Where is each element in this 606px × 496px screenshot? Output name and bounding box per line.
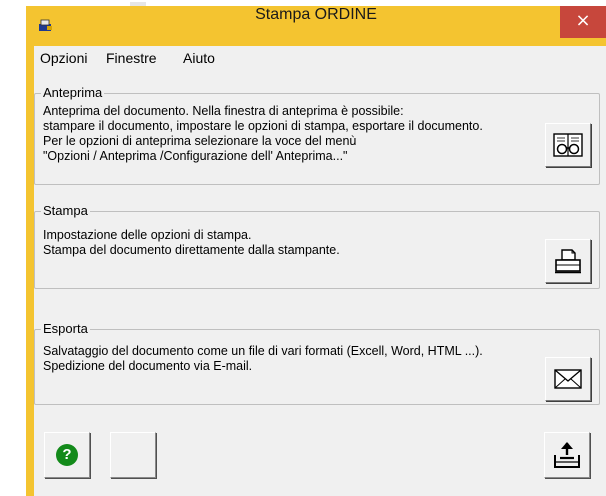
print-button[interactable] [545,239,591,283]
preview-button[interactable] [545,123,591,167]
exit-button[interactable] [544,432,590,478]
print-group: Stampa Impostazione delle opzioni di sta… [34,203,600,289]
menu-finestre[interactable]: Finestre [106,50,157,66]
printer-icon [555,249,581,274]
menu-aiuto[interactable]: Aiuto [183,50,215,66]
export-button[interactable] [545,357,591,401]
preview-legend: Anteprima [41,85,105,100]
glasses-icon [553,133,583,157]
title-bar: Stampa ORDINE × [26,6,606,46]
export-description: Salvataggio del documento come un file d… [43,344,483,373]
preview-group: Anteprima Anteprima del documento. Nella… [34,85,600,185]
dialog-window: Stampa ORDINE × Opzioni Finestre Aiuto A… [26,6,606,496]
blank-button[interactable] [110,432,156,478]
export-group: Esporta Salvataggio del documento come u… [34,321,600,405]
export-legend: Esporta [41,321,90,336]
preview-description: Anteprima del documento. Nella finestra … [43,104,483,163]
envelope-icon [554,369,582,389]
menu-bar: Opzioni Finestre Aiuto [34,46,606,70]
help-button[interactable]: ? [44,432,90,478]
close-button[interactable]: × [560,6,606,38]
help-icon: ? [56,444,78,466]
print-description: Impostazione delle opzioni di stampa. St… [43,228,340,257]
window-title: Stampa ORDINE [255,6,377,23]
menu-opzioni[interactable]: Opzioni [40,50,87,66]
upload-tray-icon [554,442,580,468]
print-legend: Stampa [41,203,90,218]
dialog-client-area: Opzioni Finestre Aiuto Anteprima Antepri… [34,46,606,496]
